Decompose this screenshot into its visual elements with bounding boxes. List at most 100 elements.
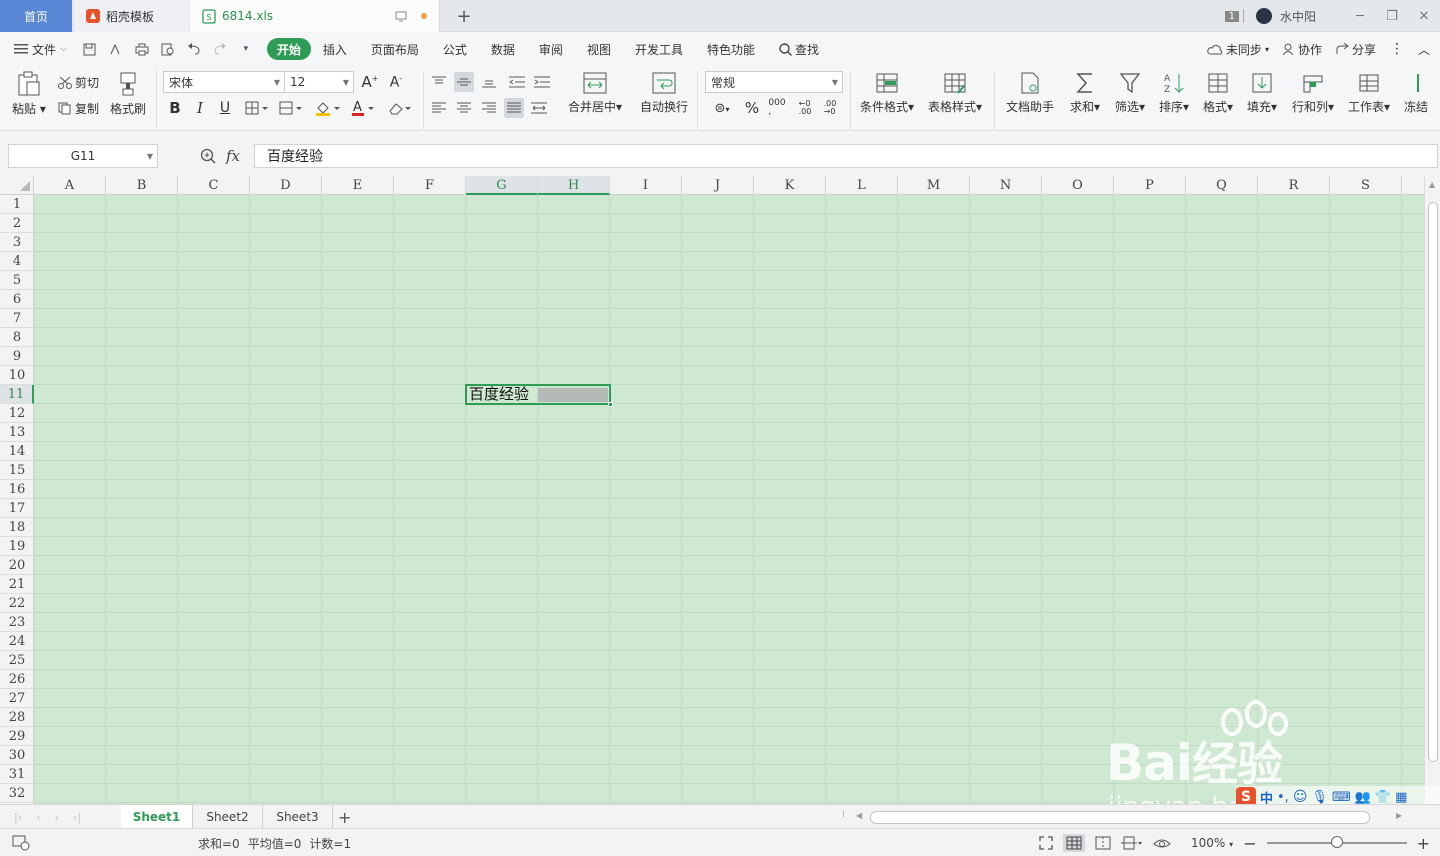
user-avatar[interactable] bbox=[1255, 8, 1272, 24]
table-style-button[interactable]: 表格样式▾ bbox=[928, 71, 982, 115]
column-header-O[interactable]: O bbox=[1042, 176, 1114, 195]
column-header-P[interactable]: P bbox=[1114, 176, 1186, 195]
print-preview-button[interactable] bbox=[155, 38, 181, 60]
column-header-D[interactable]: D bbox=[250, 176, 322, 195]
row-header-6[interactable]: 6 bbox=[0, 290, 34, 309]
row-header-32[interactable]: 32 bbox=[0, 784, 34, 803]
print-button[interactable] bbox=[129, 38, 155, 60]
italic-button[interactable]: I bbox=[190, 98, 210, 118]
row-header-31[interactable]: 31 bbox=[0, 765, 34, 784]
sync-button[interactable]: 未同步 ▾ bbox=[1207, 41, 1269, 58]
menu-tab-formulas[interactable]: 公式 bbox=[431, 38, 479, 60]
row-header-5[interactable]: 5 bbox=[0, 271, 34, 290]
vertical-scrollbar[interactable]: ▲ bbox=[1424, 176, 1440, 804]
column-header-R[interactable]: R bbox=[1258, 176, 1330, 195]
ime-user-icon[interactable]: 👥 bbox=[1355, 790, 1371, 805]
fullscreen-icon[interactable] bbox=[1039, 836, 1053, 850]
row-header-29[interactable]: 29 bbox=[0, 727, 34, 746]
column-header-N[interactable]: N bbox=[970, 176, 1042, 195]
close-button[interactable]: ✕ bbox=[1408, 0, 1440, 32]
align-middle-button[interactable] bbox=[454, 72, 474, 92]
first-sheet-icon[interactable]: |‹ bbox=[14, 811, 22, 824]
redo-button[interactable] bbox=[207, 38, 233, 60]
row-header-11[interactable]: 11 bbox=[0, 385, 34, 404]
align-left-button[interactable] bbox=[429, 98, 449, 118]
file-menu[interactable]: 文件 ⌵ bbox=[0, 41, 77, 58]
decrease-decimal-button[interactable]: .00 →0 bbox=[820, 98, 840, 118]
name-box[interactable]: G11 ▼ bbox=[8, 144, 158, 168]
font-name-select[interactable]: 宋体 ▼ bbox=[163, 71, 285, 93]
freeze-panes-button[interactable]: 冻结 bbox=[1404, 71, 1440, 115]
column-header-C[interactable]: C bbox=[178, 176, 250, 195]
row-header-12[interactable]: 12 bbox=[0, 404, 34, 423]
scroll-up-icon[interactable]: ▲ bbox=[1429, 180, 1435, 189]
align-center-button[interactable] bbox=[454, 98, 474, 118]
row-header-9[interactable]: 9 bbox=[0, 347, 34, 366]
page-layout-view-icon[interactable] bbox=[1121, 836, 1143, 850]
conditional-format-button[interactable]: 条件格式▾ bbox=[860, 71, 914, 115]
minimize-button[interactable]: ─ bbox=[1344, 0, 1376, 32]
row-header-13[interactable]: 13 bbox=[0, 423, 34, 442]
underline-button[interactable]: U bbox=[215, 98, 235, 118]
row-header-2[interactable]: 2 bbox=[0, 214, 34, 233]
cell-style-button[interactable] bbox=[277, 98, 305, 118]
zoom-out-button[interactable]: − bbox=[1243, 834, 1256, 853]
sheet-tab-1[interactable]: Sheet1 bbox=[121, 805, 193, 829]
row-header-19[interactable]: 19 bbox=[0, 537, 34, 556]
copy-button[interactable]: 复制 bbox=[58, 100, 99, 117]
insert-function-icon[interactable]: fx bbox=[226, 147, 240, 165]
zoom-level[interactable]: 100% ▾ bbox=[1191, 836, 1233, 850]
tab-template[interactable]: 稻壳模板 bbox=[74, 0, 189, 32]
distributed-align-button[interactable] bbox=[529, 98, 549, 118]
row-header-14[interactable]: 14 bbox=[0, 442, 34, 461]
menu-tab-data[interactable]: 数据 bbox=[479, 38, 527, 60]
column-header-I[interactable]: I bbox=[610, 176, 682, 195]
clear-format-button[interactable] bbox=[386, 98, 414, 118]
column-header-F[interactable]: F bbox=[394, 176, 466, 195]
bold-button[interactable]: B bbox=[165, 98, 185, 118]
ime-punct-icon[interactable]: •, bbox=[1277, 790, 1289, 805]
decrease-indent-button[interactable] bbox=[507, 72, 527, 92]
export-button[interactable] bbox=[103, 38, 129, 60]
fill-color-button[interactable] bbox=[313, 98, 343, 118]
row-header-27[interactable]: 27 bbox=[0, 689, 34, 708]
column-header-L[interactable]: L bbox=[826, 176, 898, 195]
selected-cell-G11[interactable]: 百度经验 bbox=[465, 384, 613, 407]
sort-button[interactable]: AZ 排序▾ bbox=[1159, 71, 1189, 115]
menu-tab-view[interactable]: 视图 bbox=[575, 38, 623, 60]
search-command[interactable]: 查找 bbox=[767, 38, 831, 60]
merge-center-button[interactable]: 合并居中▾ bbox=[568, 71, 622, 115]
ime-voice-icon[interactable]: 🎙 bbox=[1311, 790, 1328, 805]
ime-keyboard-icon[interactable]: ⌨ bbox=[1332, 790, 1351, 805]
ime-skin-icon[interactable]: 👕 bbox=[1375, 790, 1391, 805]
next-sheet-icon[interactable]: › bbox=[55, 811, 59, 824]
share-button[interactable]: 分享 bbox=[1336, 41, 1376, 58]
menu-tab-insert[interactable]: 插入 bbox=[311, 38, 359, 60]
increase-font-button[interactable]: A+ bbox=[360, 72, 380, 92]
row-header-10[interactable]: 10 bbox=[0, 366, 34, 385]
row-header-8[interactable]: 8 bbox=[0, 328, 34, 347]
row-header-23[interactable]: 23 bbox=[0, 613, 34, 632]
select-all-corner[interactable] bbox=[0, 176, 34, 195]
filter-button[interactable]: 筛选▾ bbox=[1115, 71, 1145, 115]
format-button[interactable]: 格式▾ bbox=[1203, 71, 1233, 115]
doc-assistant-button[interactable]: 文档助手 bbox=[1006, 71, 1054, 115]
percent-button[interactable]: % bbox=[742, 98, 762, 118]
increase-indent-button[interactable] bbox=[532, 72, 552, 92]
last-sheet-icon[interactable]: ›| bbox=[73, 811, 81, 824]
save-button[interactable] bbox=[77, 38, 103, 60]
column-header-E[interactable]: E bbox=[322, 176, 394, 195]
row-col-button[interactable]: 行和列▾ bbox=[1292, 71, 1334, 115]
menu-tab-developer[interactable]: 开发工具 bbox=[623, 38, 695, 60]
ime-grid-icon[interactable]: ▦ bbox=[1395, 790, 1407, 805]
row-header-15[interactable]: 15 bbox=[0, 461, 34, 480]
column-header-M[interactable]: M bbox=[898, 176, 970, 195]
scroll-left-icon[interactable]: ◀ bbox=[856, 811, 862, 820]
scroll-right-icon[interactable]: ▶ bbox=[1396, 811, 1402, 820]
row-header-3[interactable]: 3 bbox=[0, 233, 34, 252]
zoom-slider[interactable] bbox=[1266, 836, 1407, 848]
font-size-select[interactable]: 12 ▼ bbox=[284, 71, 354, 93]
row-header-28[interactable]: 28 bbox=[0, 708, 34, 727]
menu-tab-review[interactable]: 审阅 bbox=[527, 38, 575, 60]
number-format-select[interactable]: 常规 ▼ bbox=[705, 71, 843, 93]
